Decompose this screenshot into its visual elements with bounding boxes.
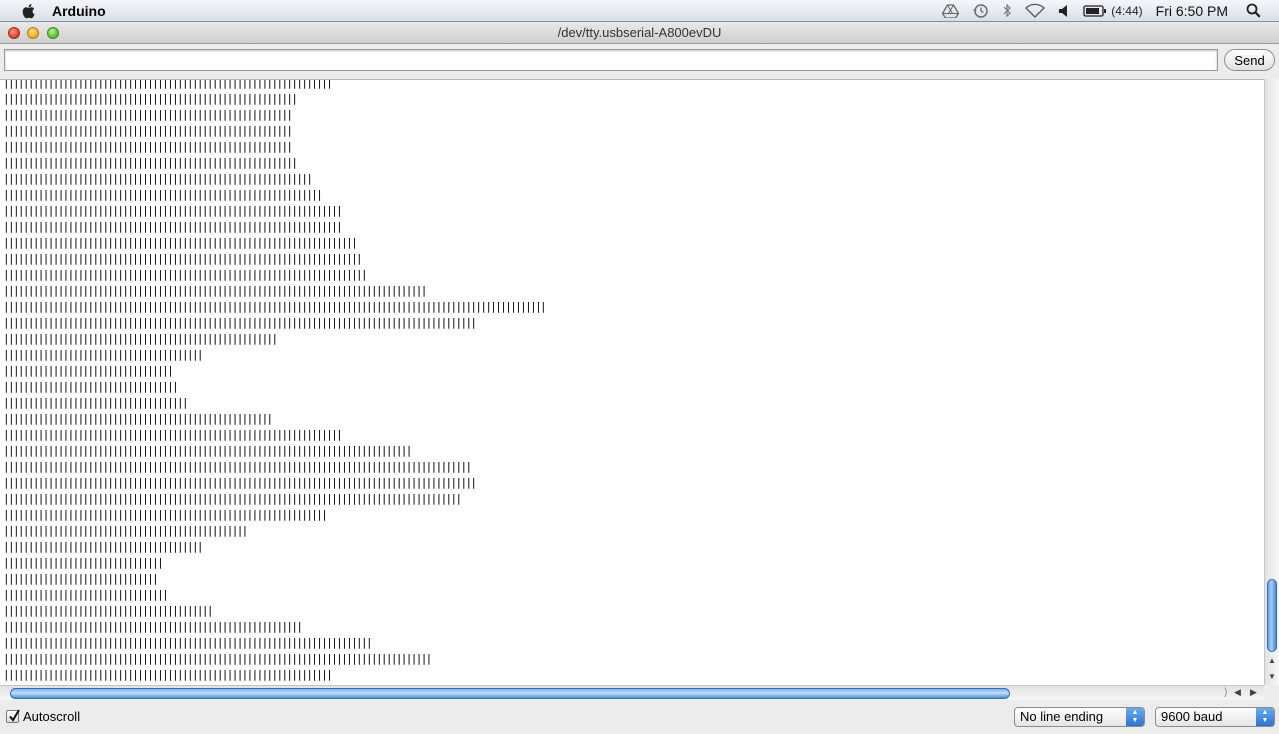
serial-line: ||||||||||||||||||||||||||||||||||||||||… <box>3 284 427 297</box>
menu-extras: (4:44) Fri 6:50 PM <box>942 0 1279 21</box>
scroll-left-arrow-icon[interactable]: ◀ <box>1234 687 1241 698</box>
serial-line: ||||||||||||||||||||||||||||||||||||||||… <box>3 268 368 281</box>
baud-rate-select[interactable]: 9600 baud ▲ ▼ <box>1155 707 1275 727</box>
apple-icon[interactable] <box>20 2 38 20</box>
menu-bar: Arduino (4:44) Fri 6:50 PM <box>0 0 1279 22</box>
serial-line: ||||||||||||||||||||||||||||||||||||||||… <box>3 252 363 265</box>
bottom-bar: Autoscroll No line ending ▲ ▼ 9600 baud ▲… <box>0 700 1279 734</box>
serial-line: ||||||||||||||||||||||||||||||||| <box>3 588 169 601</box>
select-arrows-icon: ▲ ▼ <box>1126 708 1144 726</box>
serial-line: ||||||||||||||||||||||||||||||||||||||||… <box>3 204 343 217</box>
time-machine-icon[interactable] <box>972 3 989 19</box>
serial-line: ||||||||||||||||||||||||||||||||||||||||… <box>3 156 298 169</box>
autoscroll-label[interactable]: Autoscroll <box>23 709 80 724</box>
serial-line: ||||||||||||||||||||||||||||||||||||||||… <box>3 508 328 521</box>
serial-line: ||||||||||||||||||||||||||||||||||||||||… <box>3 300 547 313</box>
scroll-track-end-icon: ) <box>1224 687 1228 698</box>
line-ending-select[interactable]: No line ending ▲ ▼ <box>1014 707 1145 727</box>
serial-line: |||||||||||||||||||||||||||||||||||||||| <box>3 348 204 361</box>
scroll-down-arrow-icon[interactable]: ▼ <box>1268 672 1276 681</box>
serial-line: ||||||||||||||||||||||||||||||||||||| <box>3 396 189 409</box>
serial-line: ||||||||||||||||||||||||||||||||||| <box>3 380 179 393</box>
serial-line: ||||||||||||||||||||||||||||||||||||||||… <box>3 236 358 249</box>
serial-line: ||||||||||||||||||||||||||||||||||||||||… <box>3 220 343 233</box>
serial-line: ||||||||||||||||||||||||||||||||||||||||… <box>3 332 278 345</box>
send-button[interactable]: Send <box>1224 49 1275 71</box>
serial-line: |||||||||||||||||||||||||||||||| <box>3 556 164 569</box>
serial-line: ||||||||||||||||||||||||||||||||||||||||… <box>3 460 472 473</box>
select-arrows-icon: ▲ ▼ <box>1256 708 1274 726</box>
serial-line: ||||||||||||||||||||||||||||||||||||||||… <box>3 604 214 617</box>
menu-clock[interactable]: Fri 6:50 PM <box>1156 3 1228 19</box>
serial-line: |||||||||||||||||||||||||||||||||| <box>3 364 174 377</box>
app-menu-name[interactable]: Arduino <box>52 3 106 19</box>
serial-line: ||||||||||||||||||||||||||||||||||||||||… <box>3 140 293 153</box>
serial-line: ||||||||||||||||||||||||||||||| <box>3 572 159 585</box>
spotlight-icon[interactable] <box>1246 3 1261 18</box>
autoscroll-checkbox[interactable] <box>6 709 20 723</box>
serial-line: ||||||||||||||||||||||||||||||||||||||||… <box>3 636 373 649</box>
battery-icon[interactable] <box>1083 4 1107 17</box>
serial-line: ||||||||||||||||||||||||||||||||||||||||… <box>3 172 313 185</box>
serial-line: ||||||||||||||||||||||||||||||||||||||||… <box>3 620 303 633</box>
window-title: /dev/tty.usbserial-A800evDU <box>557 25 722 40</box>
google-drive-icon[interactable] <box>942 3 960 18</box>
serial-line: ||||||||||||||||||||||||||||||||||||||||… <box>3 524 248 537</box>
send-bar: Send <box>0 44 1279 78</box>
vertical-scrollbar[interactable]: ▲ ▼ <box>1264 79 1279 685</box>
serial-line: ||||||||||||||||||||||||||||||||||||||||… <box>3 412 273 425</box>
battery-time: (4:44) <box>1111 3 1143 18</box>
serial-line: ||||||||||||||||||||||||||||||||||||||||… <box>3 79 333 89</box>
serial-line: ||||||||||||||||||||||||||||||||||||||||… <box>3 428 343 441</box>
serial-line: ||||||||||||||||||||||||||||||||||||||||… <box>3 188 323 201</box>
serial-line: ||||||||||||||||||||||||||||||||||||||||… <box>3 92 298 105</box>
serial-send-input[interactable] <box>4 49 1218 71</box>
serial-line: ||||||||||||||||||||||||||||||||||||||||… <box>3 668 333 681</box>
bluetooth-icon[interactable] <box>1002 3 1012 18</box>
scroll-up-arrow-icon[interactable]: ▲ <box>1268 656 1276 665</box>
serial-output-area[interactable]: ||||||||||||||||||||||||||||||||||||||||… <box>0 79 1264 685</box>
baud-rate-value: 9600 baud <box>1161 709 1223 724</box>
serial-line: ||||||||||||||||||||||||||||||||||||||||… <box>3 108 293 121</box>
line-ending-value: No line ending <box>1020 709 1104 724</box>
serial-line: ||||||||||||||||||||||||||||||||||||||||… <box>3 492 462 505</box>
vertical-scroll-thumb[interactable] <box>1267 579 1277 652</box>
serial-line: ||||||||||||||||||||||||||||||||||||||||… <box>3 444 412 457</box>
serial-line: ||||||||||||||||||||||||||||||||||||||||… <box>3 652 432 665</box>
serial-line: ||||||||||||||||||||||||||||||||||||||||… <box>3 476 477 489</box>
checkmark-icon <box>9 709 20 722</box>
window-titlebar: /dev/tty.usbserial-A800evDU <box>0 22 1279 44</box>
serial-line: ||||||||||||||||||||||||||||||||||||||||… <box>3 124 293 137</box>
serial-line: ||||||||||||||||||||||||||||||||||||||||… <box>3 316 477 329</box>
serial-line: |||||||||||||||||||||||||||||||||||||||| <box>3 540 204 553</box>
horizontal-scrollbar[interactable]: ) ◀ ▶ <box>0 685 1264 700</box>
horizontal-scroll-thumb[interactable] <box>10 688 1010 699</box>
scrollbar-corner <box>1264 685 1279 700</box>
volume-icon[interactable] <box>1058 4 1070 18</box>
wifi-icon[interactable] <box>1025 3 1046 18</box>
scroll-right-arrow-icon[interactable]: ▶ <box>1250 687 1257 698</box>
